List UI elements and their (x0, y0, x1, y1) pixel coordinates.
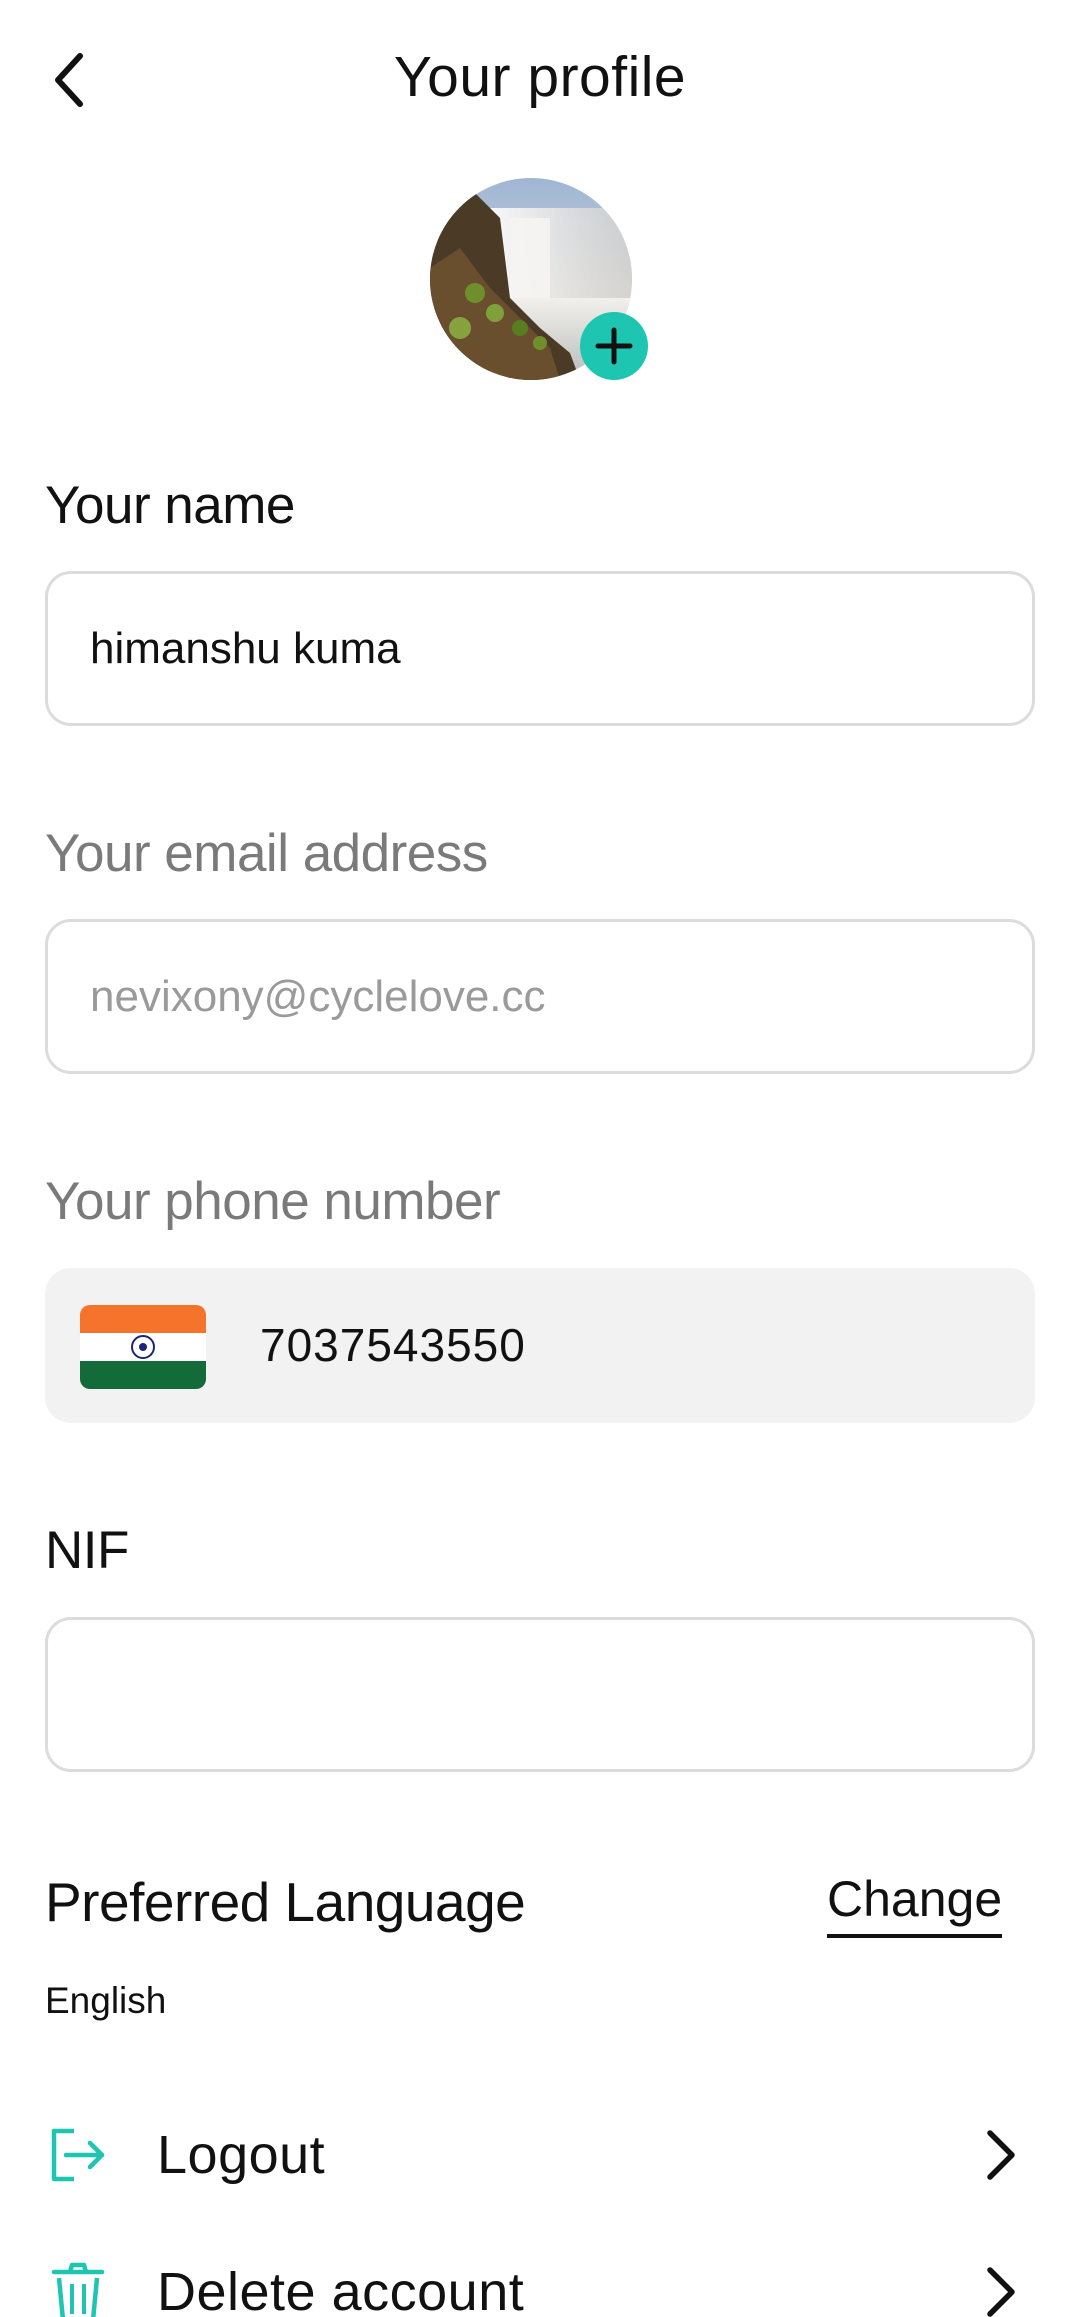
trash-icon (48, 2262, 108, 2317)
nif-field-box (45, 1617, 1035, 1772)
name-label: Your name (45, 476, 295, 535)
nif-input[interactable] (90, 1669, 1032, 1720)
logout-icon (48, 2125, 108, 2185)
add-photo-button[interactable] (580, 312, 648, 380)
chevron-right-icon (980, 2125, 1020, 2185)
preferred-language-title: Preferred Language (45, 1871, 526, 1933)
delete-account-label: Delete account (157, 2262, 525, 2317)
email-input[interactable] (90, 971, 1032, 1022)
name-input[interactable] (90, 623, 1032, 674)
nif-label: NIF (45, 1521, 129, 1580)
logout-label: Logout (157, 2125, 326, 2185)
name-field-box (45, 571, 1035, 726)
logout-row[interactable]: Logout (0, 2095, 1080, 2215)
change-language-link[interactable]: Change (827, 1870, 1003, 1938)
phone-value: 7037543550 (260, 1319, 526, 1371)
app-header: Your profile (0, 0, 1080, 160)
email-field-box (45, 919, 1035, 1074)
email-label: Your email address (45, 824, 488, 883)
chevron-right-icon (980, 2262, 1020, 2317)
language-value: English (45, 1980, 167, 2021)
plus-icon (595, 327, 633, 365)
phone-label: Your phone number (45, 1172, 501, 1231)
avatar-section (430, 178, 650, 388)
page-title: Your profile (393, 45, 687, 109)
phone-field[interactable]: 7037543550 (45, 1268, 1035, 1423)
delete-account-row[interactable]: Delete account (0, 2232, 1080, 2317)
india-flag-icon[interactable] (80, 1305, 206, 1389)
